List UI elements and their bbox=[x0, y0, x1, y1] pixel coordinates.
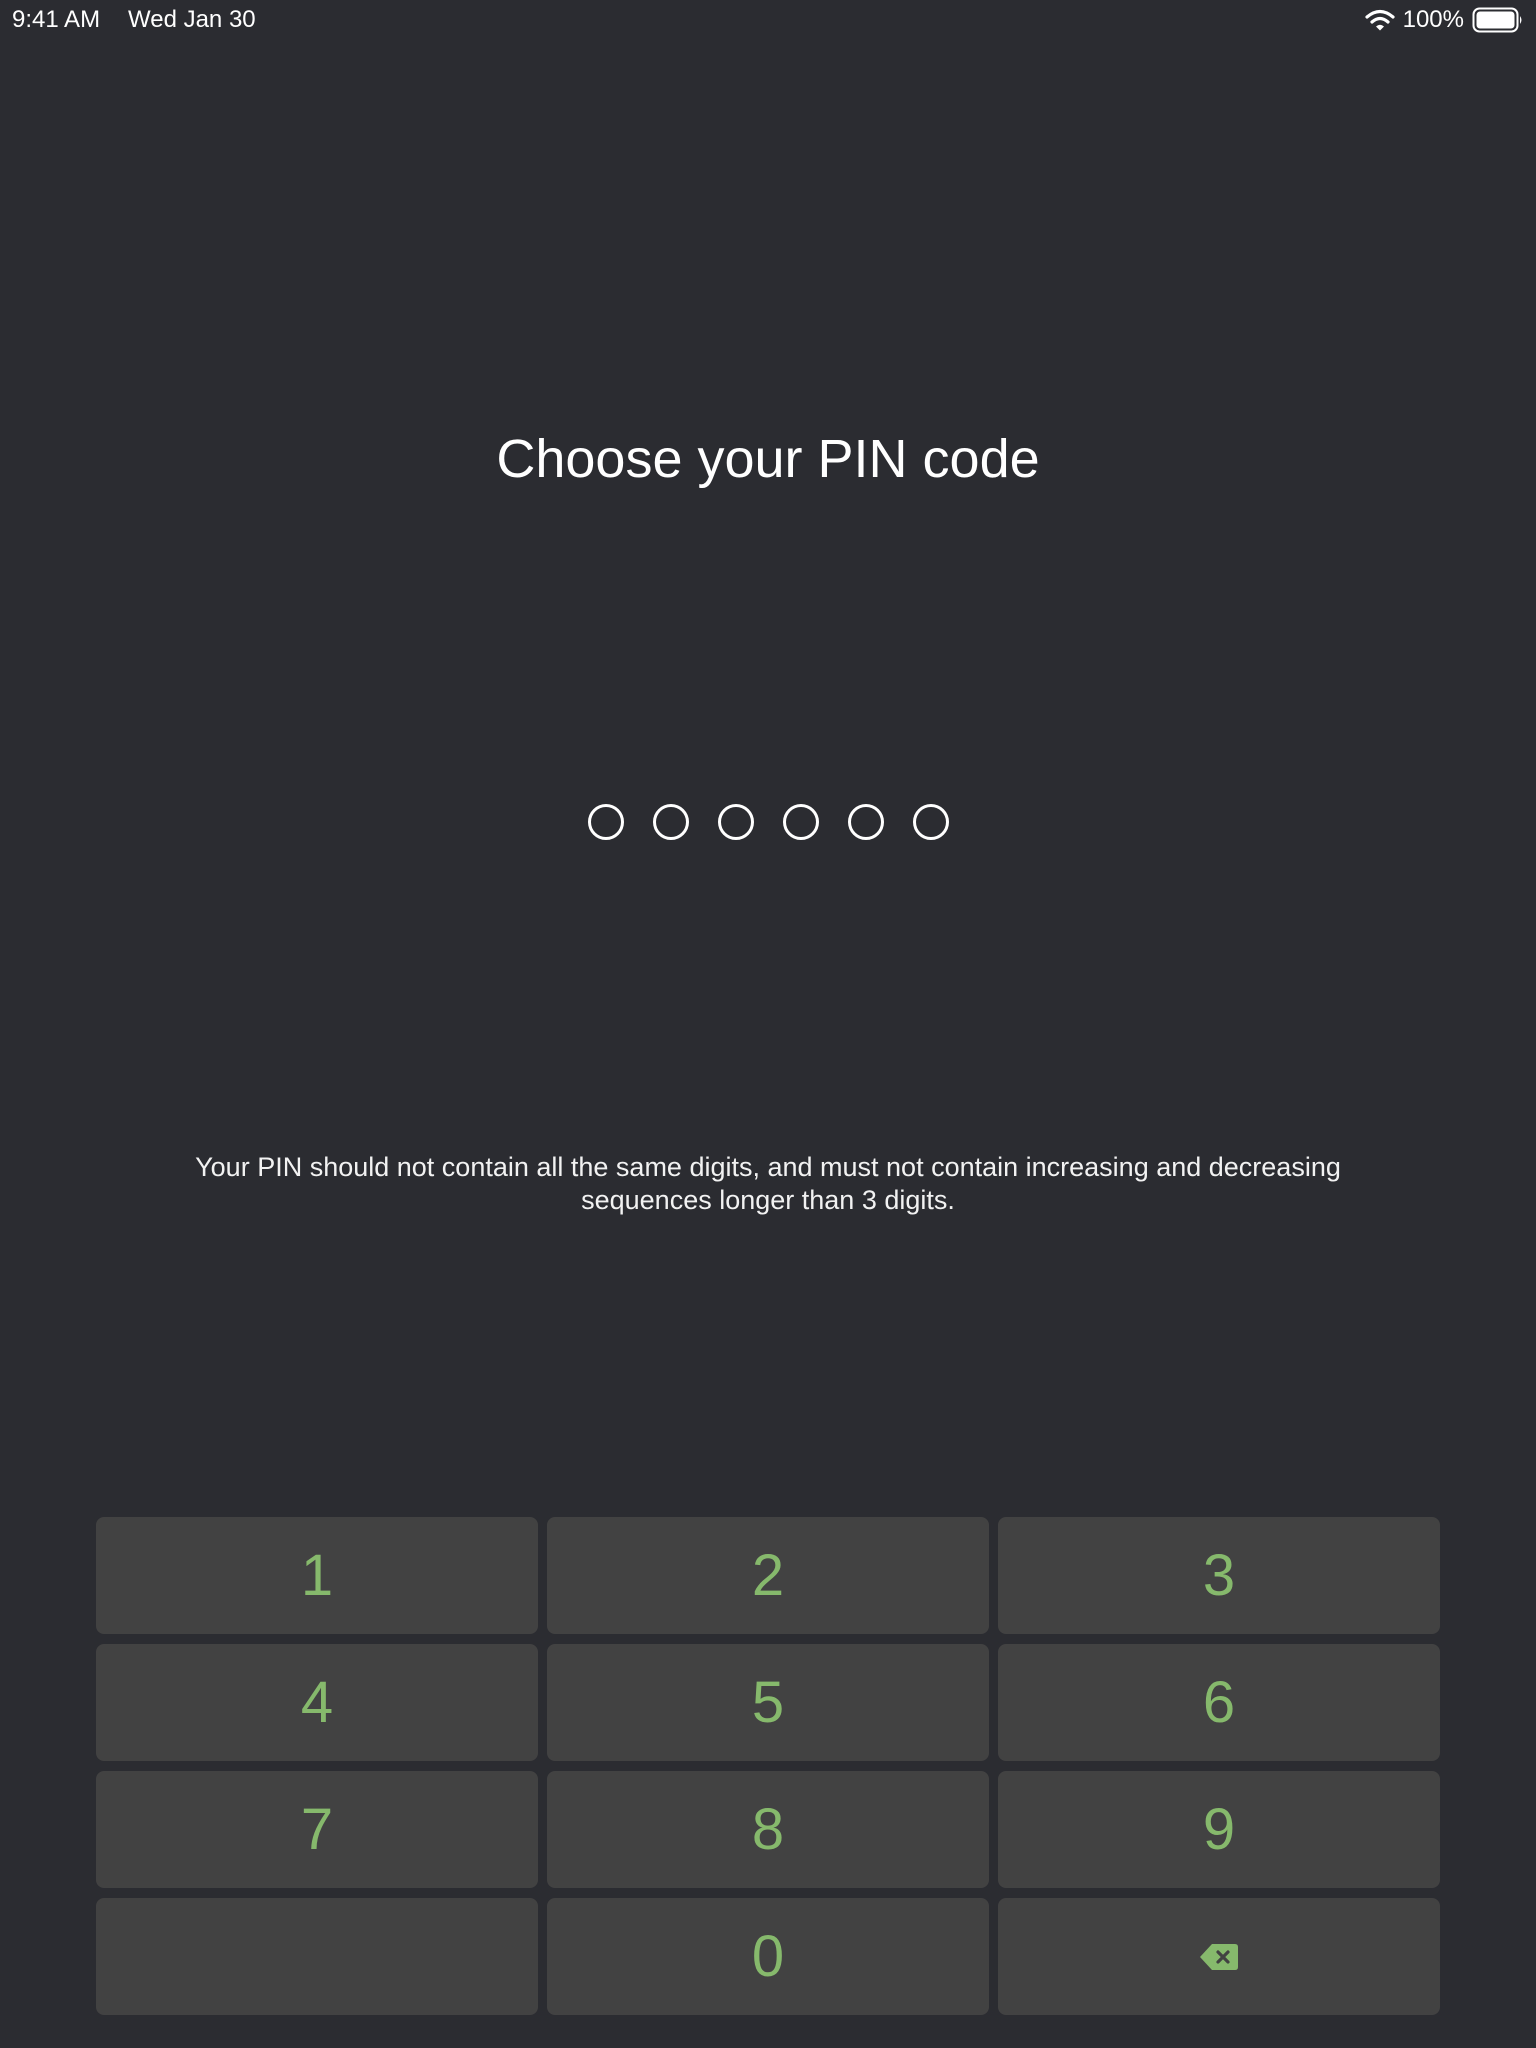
backspace-icon bbox=[1199, 1943, 1239, 1971]
pin-dot bbox=[587, 804, 624, 840]
status-bar: 9:41 AM Wed Jan 30 100% bbox=[0, 0, 1536, 40]
status-time: 9:41 AM bbox=[12, 6, 101, 33]
key-1[interactable]: 1 bbox=[96, 1517, 538, 1634]
pin-dot bbox=[847, 804, 884, 840]
battery-icon bbox=[1472, 7, 1524, 33]
key-blank bbox=[96, 1898, 538, 2015]
key-0[interactable]: 0 bbox=[547, 1898, 989, 2015]
key-4[interactable]: 4 bbox=[96, 1644, 538, 1761]
battery-percentage: 100% bbox=[1402, 6, 1464, 33]
key-3[interactable]: 3 bbox=[998, 1517, 1440, 1634]
key-2[interactable]: 2 bbox=[547, 1517, 989, 1634]
status-indicators: 100% bbox=[1365, 6, 1524, 34]
key-6[interactable]: 6 bbox=[998, 1644, 1440, 1761]
key-7[interactable]: 7 bbox=[96, 1771, 538, 1888]
page-title: Choose your PIN code bbox=[496, 429, 1040, 489]
pin-rules-hint: Your PIN should not contain all the same… bbox=[195, 1152, 1341, 1215]
numeric-keypad: 1 2 3 4 5 6 7 8 9 0 bbox=[96, 1517, 1440, 2015]
wifi-icon bbox=[1365, 9, 1395, 31]
key-5[interactable]: 5 bbox=[547, 1644, 989, 1761]
key-9[interactable]: 9 bbox=[998, 1771, 1440, 1888]
pin-dot bbox=[652, 804, 689, 840]
backspace-button[interactable] bbox=[998, 1898, 1440, 2015]
pin-dot bbox=[782, 804, 819, 840]
status-date: Wed Jan 30 bbox=[128, 6, 256, 33]
pin-indicator bbox=[0, 804, 1536, 840]
pin-dot bbox=[717, 804, 754, 840]
key-8[interactable]: 8 bbox=[547, 1771, 989, 1888]
pin-dot bbox=[912, 804, 949, 840]
